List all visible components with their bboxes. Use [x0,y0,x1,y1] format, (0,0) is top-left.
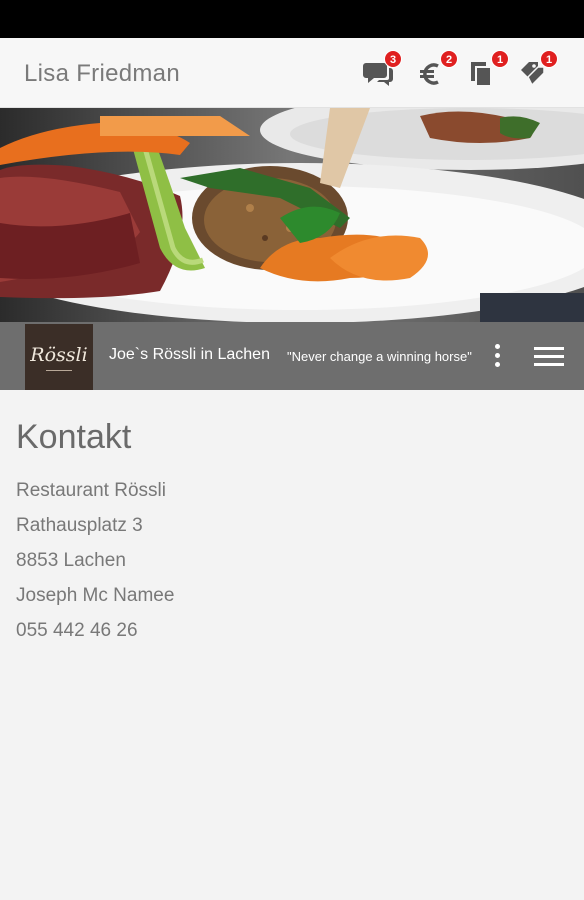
logo-divider [46,369,72,371]
status-bar [0,0,584,38]
hamburger-menu-icon[interactable] [534,347,564,369]
hero-food-image [0,108,584,322]
documents-badge: 1 [491,50,509,68]
restaurant-name: Joe`s Rössli in Lachen [109,346,270,363]
more-options-icon[interactable] [488,344,506,372]
euro-badge: 2 [440,50,458,68]
contact-person: Joseph Mc Namee [16,585,175,606]
page-title: Kontakt [16,418,132,456]
tags-badge: 1 [540,50,558,68]
contact-info-list: Restaurant Rössli Rathausplatz 3 8853 La… [16,479,174,654]
restaurant-bar: Rössli Joe`s Rössli in Lachen "Never cha… [0,322,584,390]
euro-icon[interactable]: 2 [418,50,458,90]
contact-section: Kontakt Restaurant Rössli Rathausplatz 3… [16,418,174,654]
user-name[interactable]: Lisa Friedman [24,60,180,88]
contact-city: 8853 Lachen [16,550,126,571]
restaurant-slogan: "Never change a winning horse" [287,349,472,364]
contact-street: Rathausplatz 3 [16,515,143,536]
contact-restaurant-name: Restaurant Rössli [16,480,166,501]
documents-icon[interactable]: 1 [469,50,509,90]
tags-icon[interactable]: 1 [518,50,558,90]
chat-icon[interactable]: 3 [362,50,402,90]
logo-text: Rössli [30,343,88,366]
app-header: Lisa Friedman 3 2 1 1 [0,38,584,108]
restaurant-logo[interactable]: Rössli [25,324,93,390]
chat-badge: 3 [384,50,402,68]
contact-phone[interactable]: 055 442 46 26 [16,619,174,654]
